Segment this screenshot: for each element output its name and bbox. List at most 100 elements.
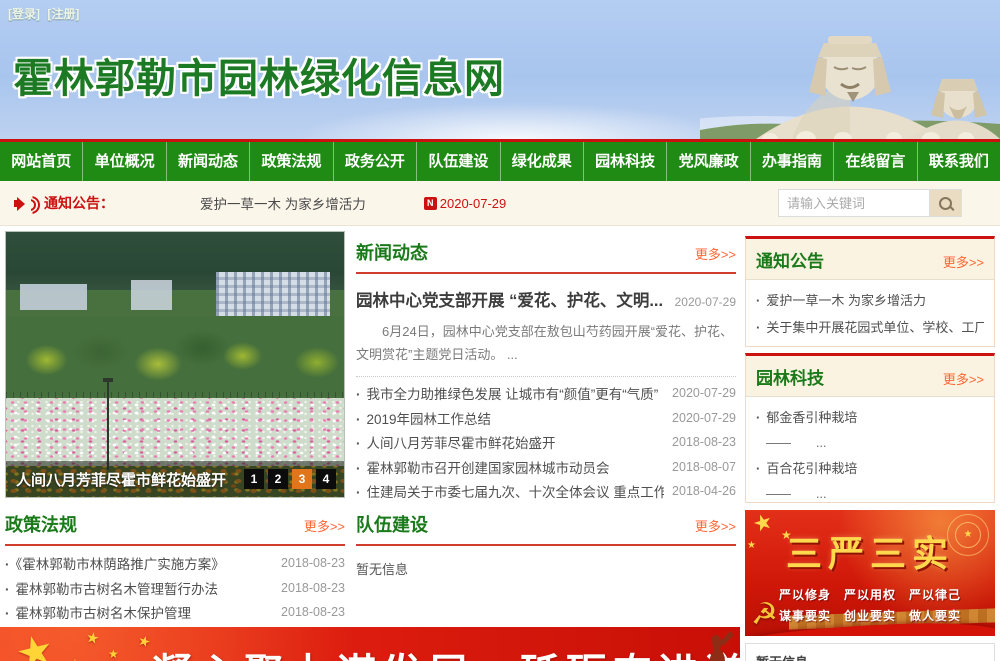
slider-caption-bar: 人间八月芳菲尽霍市鲜花始盛开 1 2 3 4 [6,461,344,497]
policy-section: 政策法规 更多>> 《霍林郭勒市林荫路推广实施方案》 2018-08-23 霍林… [5,511,345,625]
policy-list-item[interactable]: 霍林郭勒市古树名木管理暂行办法 2018-08-23 [5,576,345,601]
news-header: 新闻动态 更多>> [356,239,736,274]
star-icon: ★ [136,631,153,651]
team-more-link[interactable]: 更多>> [695,516,736,535]
garden-tech-title: 园林科技 [756,364,943,389]
team-section: 队伍建设 更多>> 暂无信息 [356,511,736,578]
tech-list-item[interactable]: 百合花引种栽培 [756,455,984,482]
star-icon: ★ [108,647,119,661]
banner-slogan-partial: 凝心聚力谋发展 砥砺奋进谱新篇 [152,641,740,661]
news-section: 新闻动态 更多>> 园林中心党支部开展 “爱花、护花、文明... 2020-07… [356,239,736,504]
featured-article: 园林中心党支部开展 “爱花、护花、文明... 2020-07-29 [356,287,736,311]
nav-item-team[interactable]: 队伍建设 [416,142,499,181]
notice-list-item[interactable]: 关于集中开展花园式单位、学校、工厂... [756,314,984,341]
pager-1[interactable]: 1 [244,469,264,489]
pager-3-active[interactable]: 3 [292,469,312,489]
site-header: [登录] [注册] 霍林郭勒市园林绿化信息网 [0,0,1000,139]
search-icon [939,197,952,210]
slider-photo-building [131,280,172,310]
pager-2[interactable]: 2 [268,469,288,489]
bottom-red-banner[interactable]: ★ ★ ★ ★ ★ 凝心聚力谋发展 砥砺奋进谱新篇 [0,627,740,661]
nav-item-guide[interactable]: 办事指南 [750,142,833,181]
team-empty-text: 暂无信息 [356,559,736,578]
news-item-date: 2018-08-07 [672,460,736,474]
statue-image [700,0,1000,139]
dotted-divider [356,376,736,377]
policy-item-text: 霍林郭勒市古树名木保护管理 [5,602,273,622]
star-icon: ★ [70,657,80,661]
nav-item-tech[interactable]: 园林科技 [583,142,666,181]
slider-photo-building [216,272,331,320]
featured-article-date: 2020-07-29 [675,295,736,309]
news-item-date: 2020-07-29 [672,386,736,400]
banner-line2: 谋事要实 创业要实 做人要实 [745,607,995,624]
pager-4[interactable]: 4 [316,469,336,489]
news-item-text: 人间八月芳菲尽霍市鲜花始盛开 [356,432,664,452]
notices-box-header: 通知公告 更多>> [746,239,994,280]
three-stricts-banner[interactable]: ★ ★ ★ ★ 三严三实 严以修身 严以用权 严以律己 谋事要实 创业要实 做人… [745,510,995,636]
notice-label: 通知公告： [44,193,114,213]
slider-caption[interactable]: 人间八月芳菲尽霍市鲜花始盛开 [16,469,244,490]
nav-item-about[interactable]: 单位概况 [82,142,165,181]
bottom-empty-box: 暂无信息 [745,643,995,661]
speaker-icon [14,195,36,211]
featured-article-title[interactable]: 园林中心党支部开展 “爱花、护花、文明... [356,287,669,311]
bottom-empty-text: 暂无信息 [756,655,808,661]
header-haze [300,103,730,139]
policy-list-item[interactable]: 霍林郭勒市古树名木保护管理 2018-08-23 [5,600,345,625]
nav-item-policy[interactable]: 政策法规 [249,142,332,181]
nav-item-news[interactable]: 新闻动态 [166,142,249,181]
statue-silhouette-icon [690,629,736,661]
top-links: [登录] [注册] [8,5,83,22]
news-item-date: 2020-07-29 [672,411,736,425]
notices-box: 通知公告 更多>> 爱护一草一木 为家乡增活力 关于集中开展花园式单位、学校、工… [745,236,995,347]
star-icon: ★ [11,627,59,661]
garden-tech-more-link[interactable]: 更多>> [943,369,984,388]
news-item-text: 霍林郭勒市召开创建国家园林城市动员会 [356,457,664,477]
news-list-item[interactable]: 霍林郭勒市召开创建国家园林城市动员会 2018-08-07 [356,455,736,480]
nav-item-gov-affairs[interactable]: 政务公开 [333,142,416,181]
tech-list-item[interactable]: 郁金香引种栽培 [756,404,984,431]
notices-more-link[interactable]: 更多>> [943,252,984,271]
slider-photo-trees [6,316,344,396]
news-list-item[interactable]: 人间八月芳菲尽霍市鲜花始盛开 2018-08-23 [356,430,736,455]
tech-list-item-sub: —— ... [756,482,984,503]
search-box [778,189,962,217]
garden-tech-box: 园林科技 更多>> 郁金香引种栽培 —— ... 百合花引种栽培 —— ... [745,353,995,503]
notices-box-list: 爱护一草一木 为家乡增活力 关于集中开展花园式单位、学校、工厂... [746,280,994,347]
nav-item-home[interactable]: 网站首页 [0,142,82,181]
nav-item-greening[interactable]: 绿化成果 [500,142,583,181]
policy-item-text: 霍林郭勒市古树名木管理暂行办法 [5,578,273,598]
news-more-link[interactable]: 更多>> [695,244,736,263]
news-item-date: 2018-04-26 [672,484,736,498]
site-title: 霍林郭勒市园林绿化信息网 [13,46,505,104]
nav-item-message[interactable]: 在线留言 [833,142,916,181]
party-emblem-icon: ☭ [751,600,778,630]
nav-item-party[interactable]: 党风廉政 [666,142,749,181]
slider-photo-sprinkler [107,382,109,470]
notice-date: 2020-07-29 [440,196,507,211]
news-list-item[interactable]: 我市全力助推绿色发展 让城市有“颜值”更有“气质” 2020-07-29 [356,381,736,406]
policy-item-text: 《霍林郭勒市林荫路推广实施方案》 [5,553,273,573]
tech-list-item-sub: —— ... [756,431,984,455]
news-list-item[interactable]: 住建局关于市委七届九次、十次全体会议 重点工作任... 2018-04-26 [356,479,736,504]
nav-item-contact[interactable]: 联系我们 [917,142,1000,181]
search-button[interactable] [930,189,962,217]
notice-marquee-link[interactable]: 爱护一草一木 为家乡增活力 [200,193,366,213]
policy-more-link[interactable]: 更多>> [304,516,345,535]
team-title: 队伍建设 [356,511,695,537]
register-link[interactable]: [注册] [47,7,79,21]
slider-photo-building [20,284,88,310]
policy-list: 《霍林郭勒市林荫路推广实施方案》 2018-08-23 霍林郭勒市古树名木管理暂… [5,551,345,625]
news-item-date: 2018-08-23 [672,435,736,449]
login-link[interactable]: [登录] [8,7,40,21]
policy-item-date: 2018-08-23 [281,581,345,595]
slider-photo-flower-field [6,398,344,470]
new-badge-icon: N [424,197,437,210]
notice-list-item[interactable]: 爱护一草一木 为家乡增活力 [756,287,984,314]
policy-list-item[interactable]: 《霍林郭勒市林荫路推广实施方案》 2018-08-23 [5,551,345,576]
photo-slider[interactable]: 人间八月芳菲尽霍市鲜花始盛开 1 2 3 4 [5,231,345,498]
main-nav: 网站首页 单位概况 新闻动态 政策法规 政务公开 队伍建设 绿化成果 园林科技 … [0,139,1000,181]
news-list-item[interactable]: 2019年园林工作总结 2020-07-29 [356,406,736,431]
search-input[interactable] [778,189,930,217]
